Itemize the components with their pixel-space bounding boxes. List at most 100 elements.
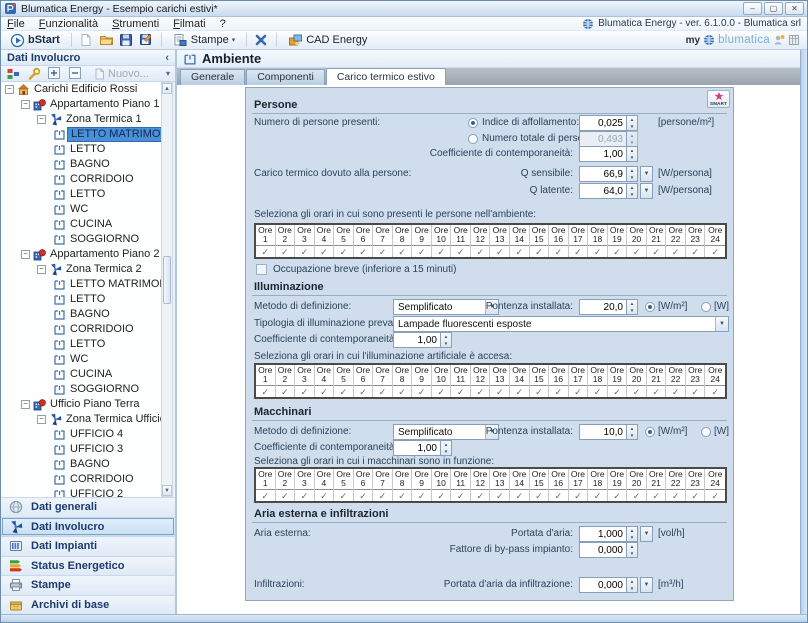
hour-4-check[interactable]: ✓: [315, 385, 334, 397]
hour-21-cell[interactable]: Ore21✓: [647, 225, 667, 257]
macc-metodo-select[interactable]: Semplificato ▼: [393, 424, 499, 440]
hour-3-cell[interactable]: Ore3✓: [295, 365, 315, 397]
bypass-spinner[interactable]: ▲▼: [627, 542, 638, 558]
hour-2-cell[interactable]: Ore2✓: [276, 365, 296, 397]
new-file-button[interactable]: [79, 33, 94, 47]
hour-7-check[interactable]: ✓: [373, 385, 392, 397]
tree-item-cucina[interactable]: CUCINA: [1, 217, 163, 232]
tree-item-zona-termica-2[interactable]: −Zona Termica 2: [1, 262, 163, 277]
hour-1-check[interactable]: ✓: [256, 385, 275, 397]
hour-2-cell[interactable]: Ore2✓: [276, 469, 296, 501]
hour-19-check[interactable]: ✓: [608, 489, 627, 501]
hour-21-cell[interactable]: Ore21✓: [647, 469, 667, 501]
hour-6-cell[interactable]: Ore6✓: [354, 469, 374, 501]
hour-23-check[interactable]: ✓: [686, 489, 705, 501]
tree-item-soggiorno[interactable]: SOGGIORNO: [1, 382, 163, 397]
hour-4-check[interactable]: ✓: [315, 489, 334, 501]
portata-spinner[interactable]: ▲▼: [627, 526, 638, 542]
tree-item-letto-matrimoniale[interactable]: LETTO MATRIMONIALE: [1, 127, 163, 142]
hour-7-cell[interactable]: Ore7✓: [373, 225, 393, 257]
hour-3-cell[interactable]: Ore3✓: [295, 225, 315, 257]
hour-18-check[interactable]: ✓: [588, 489, 607, 501]
hour-2-check[interactable]: ✓: [276, 245, 295, 257]
tree-item-zona-termica-ufficio[interactable]: −Zona Termica Ufficio: [1, 412, 163, 427]
illum-coeff-spinner[interactable]: ▲▼: [441, 332, 452, 348]
hour-6-cell[interactable]: Ore6✓: [354, 225, 374, 257]
hour-18-check[interactable]: ✓: [588, 245, 607, 257]
collapse-toggle[interactable]: −: [37, 115, 46, 124]
menu-filmati[interactable]: Filmati: [173, 18, 205, 30]
hour-14-check[interactable]: ✓: [510, 245, 529, 257]
hour-24-cell[interactable]: Ore24✓: [705, 469, 725, 501]
hour-12-cell[interactable]: Ore12✓: [471, 365, 491, 397]
nav-status-energetico[interactable]: Status Energetico: [1, 556, 175, 576]
hour-16-cell[interactable]: Ore16✓: [549, 469, 569, 501]
collapse-toggle[interactable]: −: [21, 100, 30, 109]
menu-strumenti[interactable]: Strumenti: [112, 18, 159, 30]
expand-all-button[interactable]: [48, 67, 62, 81]
hour-6-cell[interactable]: Ore6✓: [354, 365, 374, 397]
hour-24-cell[interactable]: Ore24✓: [705, 365, 725, 397]
tree-item-cucina[interactable]: CUCINA: [1, 367, 163, 382]
hour-11-cell[interactable]: Ore11✓: [451, 365, 471, 397]
hour-5-check[interactable]: ✓: [334, 489, 353, 501]
indice-affollamento-input[interactable]: [579, 115, 627, 131]
q-sensibile-spinner[interactable]: ▲▼: [627, 166, 638, 182]
hour-14-cell[interactable]: Ore14✓: [510, 469, 530, 501]
hour-19-cell[interactable]: Ore19✓: [608, 365, 628, 397]
hour-2-check[interactable]: ✓: [276, 385, 295, 397]
menu-[interactable]: ?: [220, 18, 226, 30]
hour-17-check[interactable]: ✓: [569, 489, 588, 501]
illum-radio-w[interactable]: [701, 302, 711, 312]
hour-14-check[interactable]: ✓: [510, 385, 529, 397]
hour-12-cell[interactable]: Ore12✓: [471, 469, 491, 501]
nav-dati-generali[interactable]: Dati generali: [1, 497, 175, 517]
hour-20-check[interactable]: ✓: [627, 385, 646, 397]
radio-numero-totale[interactable]: [468, 134, 478, 144]
tree-scrollbar[interactable]: ▲ ▼: [161, 82, 173, 497]
hour-3-check[interactable]: ✓: [295, 385, 314, 397]
tree-item-carichi-edificio-rossi[interactable]: −Carichi Edificio Rossi: [1, 82, 163, 97]
hour-16-check[interactable]: ✓: [549, 385, 568, 397]
hour-8-check[interactable]: ✓: [393, 385, 412, 397]
illum-radio-wm2[interactable]: [645, 302, 655, 312]
hour-15-cell[interactable]: Ore15✓: [530, 469, 550, 501]
toolbar-overflow-button[interactable]: ▾: [166, 69, 170, 78]
hour-9-cell[interactable]: Ore9✓: [412, 469, 432, 501]
macc-radio-w[interactable]: [701, 427, 711, 437]
hour-24-check[interactable]: ✓: [705, 489, 725, 501]
hour-4-cell[interactable]: Ore4✓: [315, 365, 335, 397]
hour-16-cell[interactable]: Ore16✓: [549, 225, 569, 257]
tree-item-zona-termica-1[interactable]: −Zona Termica 1: [1, 112, 163, 127]
portata-dropdown[interactable]: ▼: [640, 526, 653, 542]
collapse-all-button[interactable]: [69, 67, 83, 81]
hour-9-cell[interactable]: Ore9✓: [412, 225, 432, 257]
hour-6-check[interactable]: ✓: [354, 385, 373, 397]
hour-19-check[interactable]: ✓: [608, 245, 627, 257]
collapse-toggle[interactable]: −: [5, 85, 14, 94]
hour-2-cell[interactable]: Ore2✓: [276, 225, 296, 257]
hour-5-check[interactable]: ✓: [334, 385, 353, 397]
settings-wrench-button[interactable]: [27, 67, 41, 81]
hour-22-cell[interactable]: Ore22✓: [666, 469, 686, 501]
close-button[interactable]: ✕: [785, 2, 804, 15]
radio-indice-affollamento[interactable]: [468, 118, 478, 128]
tree-item-soggiorno[interactable]: SOGGIORNO: [1, 232, 163, 247]
macc-potenza-input[interactable]: [579, 424, 627, 440]
hour-3-check[interactable]: ✓: [295, 245, 314, 257]
hour-22-cell[interactable]: Ore22✓: [666, 365, 686, 397]
collapse-toggle[interactable]: −: [21, 400, 30, 409]
hour-10-check[interactable]: ✓: [432, 245, 451, 257]
menu-funzionalit[interactable]: Funzionalità: [39, 18, 98, 30]
hour-13-cell[interactable]: Ore13✓: [490, 365, 510, 397]
hour-17-cell[interactable]: Ore17✓: [569, 225, 589, 257]
collapse-sidebar-button[interactable]: ‹: [165, 52, 169, 64]
hour-10-cell[interactable]: Ore10✓: [432, 225, 452, 257]
bypass-input[interactable]: [579, 542, 627, 558]
hour-9-check[interactable]: ✓: [412, 245, 431, 257]
hour-22-check[interactable]: ✓: [666, 385, 685, 397]
hour-15-cell[interactable]: Ore15✓: [530, 365, 550, 397]
hour-17-check[interactable]: ✓: [569, 245, 588, 257]
hour-6-check[interactable]: ✓: [354, 489, 373, 501]
hour-10-check[interactable]: ✓: [432, 385, 451, 397]
